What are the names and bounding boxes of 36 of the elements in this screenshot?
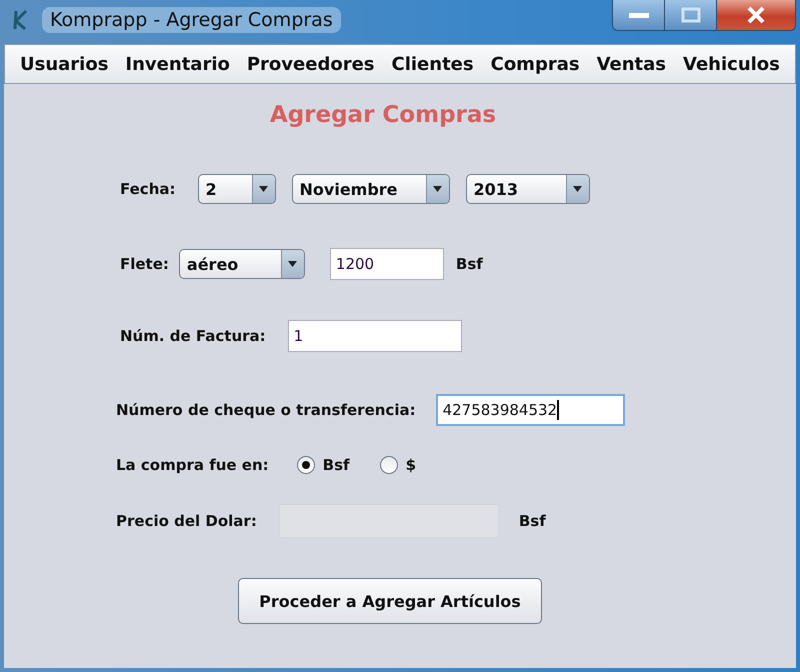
year-dropdown[interactable]: 2013 (466, 174, 590, 204)
freight-dropdown[interactable]: aéreo (178, 249, 305, 279)
menu-item[interactable]: Inventario (125, 54, 230, 74)
invoice-field[interactable]: 1 (288, 320, 462, 352)
minimize-icon (626, 11, 650, 19)
caret-icon (573, 186, 582, 192)
form-heading: Agregar Compras (268, 102, 498, 128)
field-label: La compra fue en: (116, 456, 269, 474)
unit-label: Bsf (456, 255, 483, 273)
menu-item[interactable]: Proveedores (246, 54, 374, 74)
caret-icon (288, 261, 298, 267)
check-number-field[interactable]: 427583984532 (436, 394, 625, 426)
window-title: Komprapp - Agregar Compras (42, 7, 341, 33)
field-label: Flete: (120, 255, 169, 273)
menu-item[interactable]: Vehiculos (683, 54, 780, 74)
proceed-button[interactable]: Proceder a Agregar Artículos (238, 578, 542, 624)
caret-icon (259, 186, 268, 192)
field-label: Precio del Dolar: (116, 512, 257, 530)
menu-item[interactable]: Ventas (596, 54, 666, 74)
minimize-button[interactable] (613, 0, 665, 30)
currency-radio[interactable]: Bsf (296, 456, 350, 474)
menu-item[interactable]: Clientes (392, 54, 474, 74)
close-icon (746, 6, 766, 24)
caret-icon (433, 186, 442, 192)
menu-item[interactable]: Usuarios (20, 54, 108, 74)
amount-field[interactable]: 1200 (330, 248, 444, 280)
maximize-icon (678, 7, 702, 23)
month-dropdown[interactable]: Noviembre (292, 174, 450, 204)
day-dropdown[interactable]: 2 (198, 174, 276, 204)
unit-label: Bsf (518, 512, 546, 530)
field-label: Núm. de Factura: (120, 327, 266, 345)
menu-item[interactable]: Compras (490, 54, 580, 74)
field-label: Número de cheque o transferencia: (116, 401, 416, 419)
logo-icon (12, 9, 28, 31)
close-button[interactable] (717, 0, 795, 30)
field-label: Fecha: (120, 180, 176, 198)
